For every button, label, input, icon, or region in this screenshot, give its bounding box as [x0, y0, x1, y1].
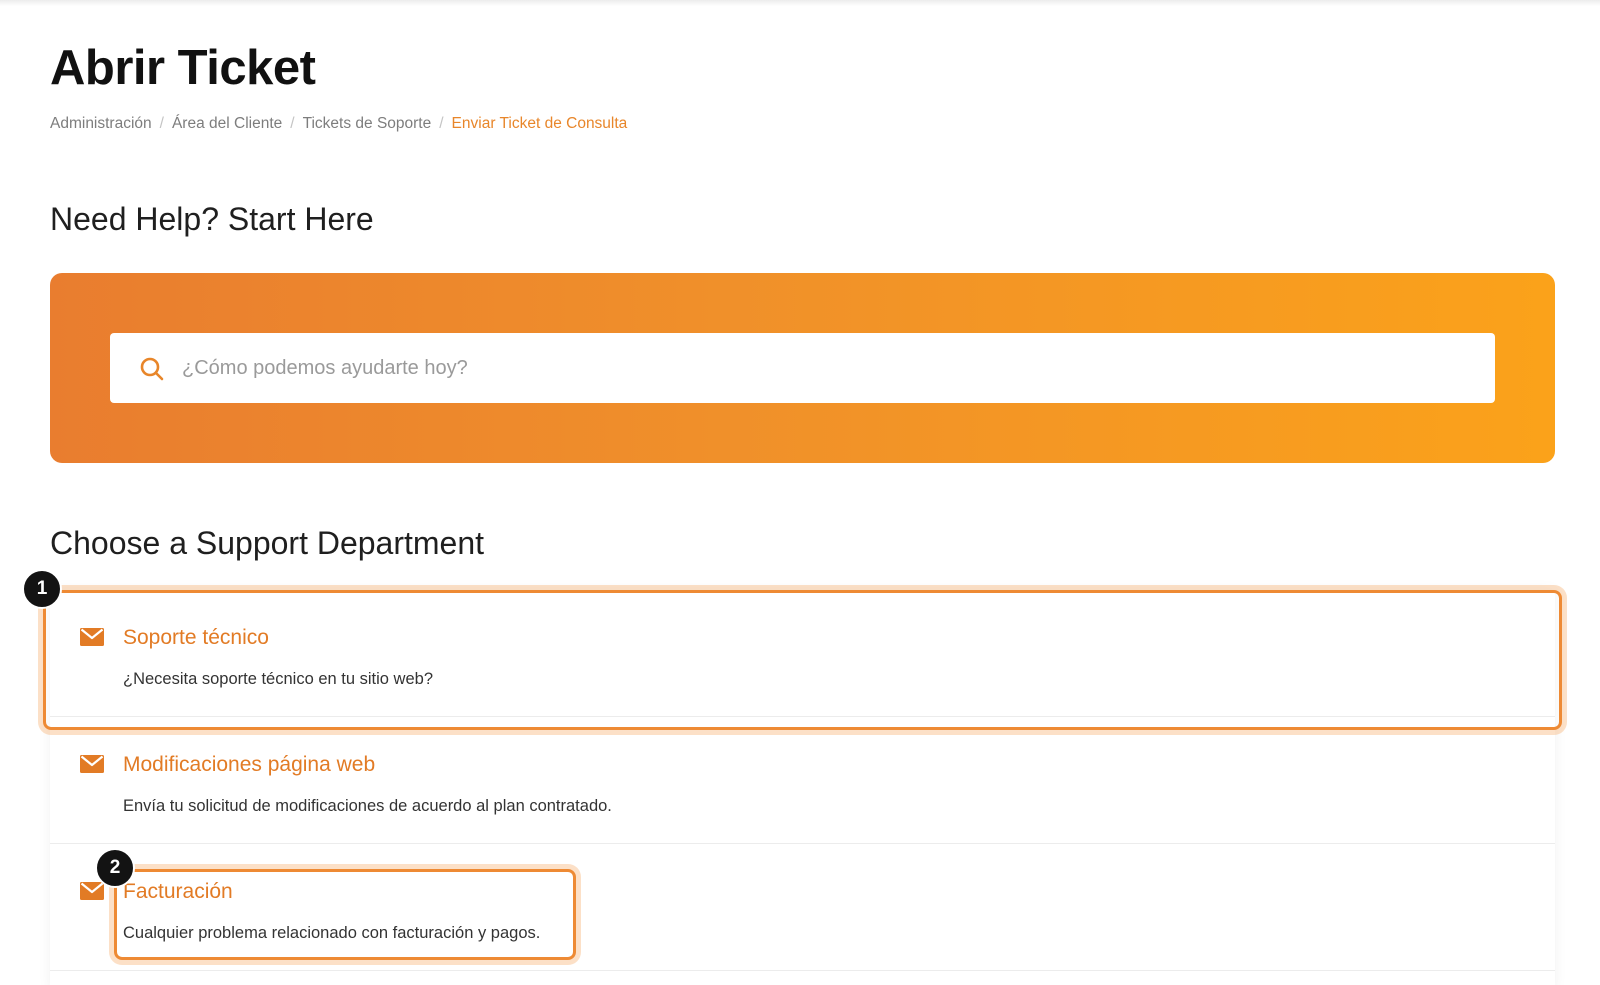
search-banner — [50, 273, 1555, 463]
breadcrumb-item-administracion[interactable]: Administración — [50, 115, 152, 133]
departments-heading: Choose a Support Department — [50, 525, 485, 561]
page-title: Abrir Ticket — [50, 41, 316, 95]
breadcrumb-separator: / — [439, 115, 444, 132]
breadcrumb-item-tickets-soporte[interactable]: Tickets de Soporte — [303, 115, 432, 133]
highlight-box-2 — [114, 869, 576, 960]
department-description: Envía tu solicitud de modificaciones de … — [123, 797, 612, 815]
envelope-icon — [80, 755, 104, 773]
header-shadow — [0, 0, 1600, 6]
search-box[interactable] — [110, 333, 1495, 403]
department-item-modificaciones[interactable]: Modificaciones página web Envía tu solic… — [50, 717, 1555, 844]
breadcrumb: Administración / Área del Cliente / Tick… — [50, 115, 627, 133]
highlight-box-1 — [43, 590, 1562, 730]
step-badge-2: 2 — [95, 848, 135, 888]
search-icon — [140, 357, 164, 381]
breadcrumb-separator: / — [159, 115, 164, 132]
department-name[interactable]: Modificaciones página web — [123, 753, 375, 777]
breadcrumb-separator: / — [290, 115, 295, 132]
step-badge-1: 1 — [22, 569, 62, 609]
help-heading: Need Help? Start Here — [50, 201, 374, 237]
breadcrumb-item-current: Enviar Ticket de Consulta — [451, 115, 628, 132]
envelope-icon — [80, 882, 104, 900]
search-input[interactable] — [182, 333, 1472, 403]
breadcrumb-item-area-cliente[interactable]: Área del Cliente — [172, 115, 282, 133]
